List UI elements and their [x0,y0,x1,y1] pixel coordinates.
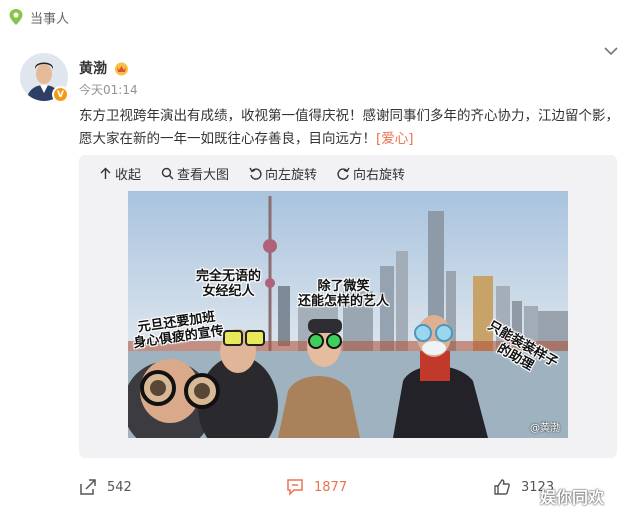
rotate-left-label: 向左旋转 [265,168,318,183]
post-text-main: 东方卫视跨年演出有成绩，收视第一值得庆祝！感谢同事们多年的齐心协力，江边留个影，… [79,108,619,147]
post-text: 东方卫视跨年演出有成绩，收视第一值得庆祝！感谢同事们多年的齐心协力，江边留个影，… [79,105,619,151]
emoji-tag: [爱心] [376,131,414,147]
topic-header[interactable]: 当事人 [8,6,69,28]
rotate-right-button[interactable]: 向右旋转 [337,164,405,183]
image-toolbar: 收起 查看大图 向左旋转 向右旋转 [99,164,405,183]
share-icon [80,479,96,495]
verified-badge: V [52,86,69,103]
caption-artist: 除了微笑 还能怎样的艺人 [298,279,390,309]
post-photo[interactable]: 完全无语的 女经纪人 除了微笑 还能怎样的艺人 元旦还要加班 身心俱疲的宣传 只能装装… [128,191,568,438]
corner-watermark: 娱你同欢 [540,488,605,507]
media-card: 收起 查看大图 向左旋转 向右旋转 完全无语的 女经纪人 除了微笑 还能怎样的艺… [79,155,617,458]
username[interactable]: 黄渤 [79,58,107,78]
view-large-button[interactable]: 查看大图 [161,164,229,183]
share-button[interactable]: 542 [79,478,132,496]
rotate-right-icon [337,167,350,180]
comment-icon [287,479,303,496]
collapse-icon [100,167,111,179]
location-pin-icon [9,9,23,25]
collapse-label: 收起 [115,168,142,183]
view-large-label: 查看大图 [177,168,230,183]
rotate-left-icon [249,167,262,180]
chevron-down-icon[interactable] [604,46,618,56]
topic-label: 当事人 [30,11,70,27]
rotate-right-label: 向右旋转 [353,168,406,183]
vip-crown-icon[interactable] [113,61,130,76]
comment-count: 1877 [314,479,348,495]
share-count: 542 [107,479,132,495]
photo-watermark: @黄渤 [530,423,560,434]
thumbs-up-icon [494,479,510,495]
magnifier-icon [161,167,174,180]
caption-manager: 完全无语的 女经纪人 [196,269,262,299]
post-time[interactable]: 今天01:14 [79,81,138,98]
comment-button[interactable]: 1877 [286,478,347,496]
username-row: 黄渤 [79,58,130,78]
collapse-button[interactable]: 收起 [99,164,141,183]
rotate-left-button[interactable]: 向左旋转 [249,164,317,183]
